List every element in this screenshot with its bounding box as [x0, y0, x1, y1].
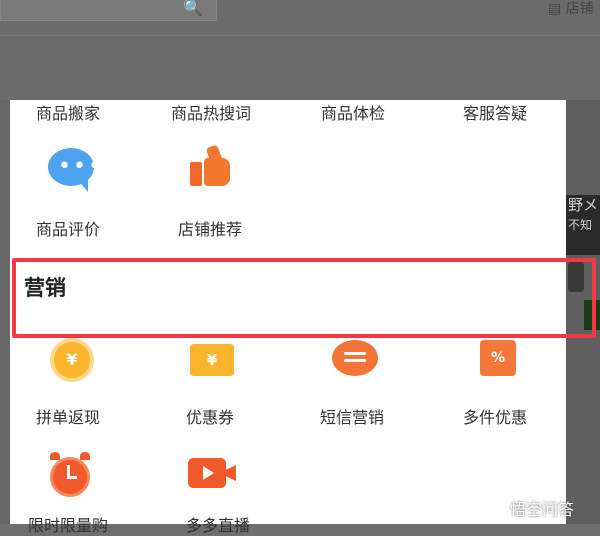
tool-item-live-stream[interactable]: 多多直播 — [186, 512, 250, 536]
coin-icon[interactable]: ¥ — [50, 338, 94, 382]
chat-bubble-icon[interactable]: ••• — [48, 148, 101, 196]
tool-item-flash-sale[interactable]: 限时限量购 — [28, 512, 108, 536]
search-icon: 🔍 — [183, 0, 203, 17]
coupon-symbol: ¥ — [206, 351, 218, 369]
bar-chart-icon: ▤ — [548, 1, 562, 17]
discount-tag-icon[interactable]: % — [480, 340, 516, 376]
right-card-line2: 不知 — [568, 218, 593, 232]
tool-item-hot-keywords[interactable]: 商品热搜词 — [171, 100, 251, 124]
right-card-line1: 野メ — [568, 196, 599, 214]
coupon-icon[interactable]: ¥ — [190, 344, 234, 376]
thumbs-up-icon[interactable] — [190, 144, 240, 188]
tool-item-product-review[interactable]: 商品评价 — [36, 216, 100, 240]
background-right-card: 野メ 不知 — [566, 195, 600, 255]
tool-item-store-recommend[interactable]: 店铺推荐 — [178, 216, 242, 240]
video-camera-icon[interactable] — [188, 458, 242, 492]
tool-item-group-cashback[interactable]: 拼单返现 — [36, 404, 100, 428]
highlight-annotation-box — [12, 258, 596, 338]
background-divider — [0, 35, 600, 36]
tool-item-coupon[interactable]: 优惠券 — [186, 404, 234, 428]
tool-item-product-check[interactable]: 商品体检 — [321, 100, 385, 124]
watermark-text: 悟空问答 — [510, 500, 575, 519]
coin-symbol: ¥ — [66, 350, 78, 369]
sms-icon[interactable] — [332, 340, 380, 380]
tool-item-multi-discount[interactable]: 多件优惠 — [463, 404, 527, 428]
discount-symbol: % — [490, 350, 506, 366]
alarm-clock-icon[interactable] — [48, 452, 94, 500]
background-store-link: ▤ 店铺 — [548, 0, 600, 20]
background-store-text: 店铺 — [565, 1, 594, 17]
background-left-strip — [0, 100, 10, 524]
tool-item-customer-faq[interactable]: 客服答疑 — [463, 100, 527, 124]
tool-item-product-move[interactable]: 商品搬家 — [36, 100, 100, 124]
tool-item-sms-marketing[interactable]: 短信营销 — [320, 404, 384, 428]
wukong-logo-icon — [484, 494, 510, 520]
